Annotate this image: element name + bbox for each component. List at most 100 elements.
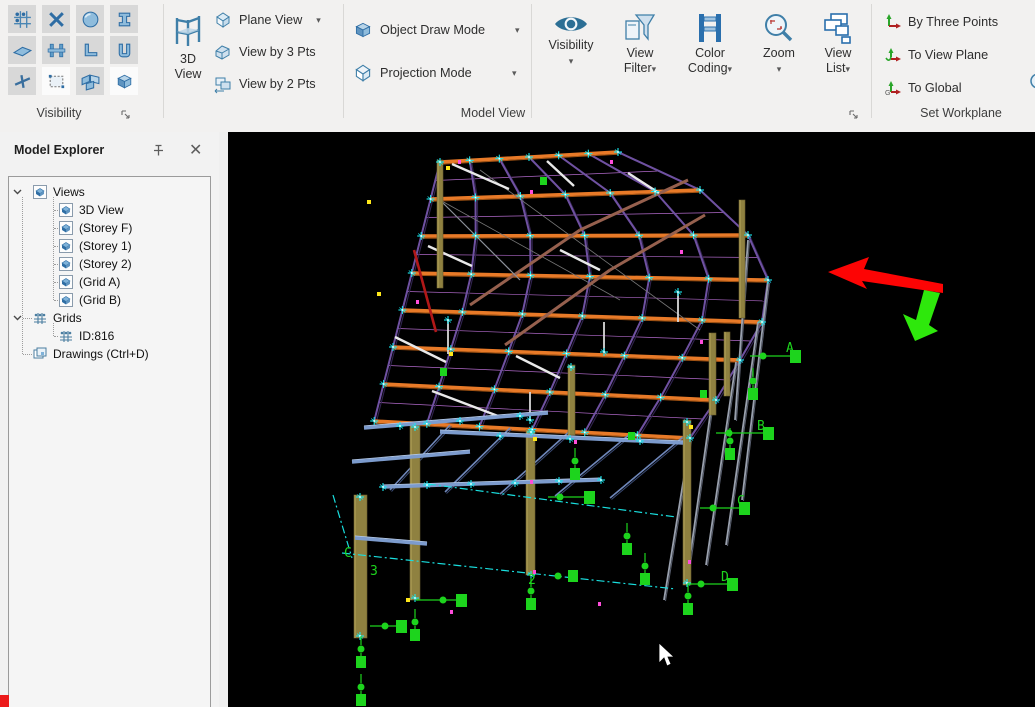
tree-item-grid-a[interactable]: (Grid A) (9, 273, 210, 291)
view-by-3-pts-button[interactable]: View by 3 Pts (213, 38, 316, 66)
model-view-group-label: Model View (460, 106, 526, 120)
view-filter-icon (625, 14, 656, 41)
object-draw-mode-button[interactable]: Object Draw Mode ▾ (352, 16, 532, 44)
angle-icon[interactable] (76, 36, 104, 64)
axis-arrow-green (903, 290, 940, 341)
to-view-plane-button[interactable]: To View Plane (884, 41, 988, 69)
tree-item-label: Grids (53, 311, 82, 325)
color-coding-button[interactable]: Color Coding▾ (678, 6, 742, 104)
view-icon (59, 257, 73, 271)
view-list-button[interactable]: View List▾ (810, 6, 866, 104)
tree-item-label: ID:816 (79, 329, 115, 343)
view-list-icon (824, 13, 851, 44)
model-view-dialog-launcher[interactable] (848, 107, 859, 119)
plane-view-cube-icon (216, 12, 230, 28)
tree-item-drawings-ctrl-d[interactable]: Drawings (Ctrl+D) (9, 345, 210, 363)
pin-icon[interactable] (151, 143, 166, 163)
explorer-tree: Views 3D View (Storey F) (Storey 1) (Storey … (8, 176, 211, 707)
drawings-icon (33, 347, 47, 359)
grid-label-floor-c: C (344, 546, 352, 561)
solid-cube-icon[interactable] (110, 67, 138, 95)
view-icon (59, 293, 73, 307)
structure-3d-model: A B C D C 3 2 (332, 148, 943, 706)
grid-points-icon[interactable] (8, 5, 36, 33)
grid-icon (34, 313, 46, 324)
3d-view-button[interactable]: 3D View (164, 6, 212, 104)
tree-item-views[interactable]: Views (9, 183, 210, 201)
ribbon-toolbar: Visibility 3D View Plane View ▾ View by … (0, 0, 1035, 133)
svg-text:G: G (885, 90, 890, 97)
right-wall-rails (663, 239, 770, 602)
workplane-axes-icon (886, 14, 901, 29)
set-workplane-group-label: Set Workplane (920, 106, 1002, 120)
zoom-button[interactable]: Zoom ▾ (750, 6, 808, 104)
axis-arrow-red (828, 257, 943, 293)
grid-label-d: D (721, 570, 729, 585)
zoom-icon (765, 14, 793, 42)
axis-indicator (828, 257, 943, 341)
grid-label-floor-3: 3 (370, 564, 378, 579)
stiffened-beam-icon[interactable] (42, 36, 70, 64)
visibility-group-label: Visibility (36, 106, 82, 120)
grid-label-b: B (757, 419, 765, 434)
application-window: { "ribbon": { "groups": { "visibility": … (0, 0, 1035, 707)
supports (356, 177, 801, 706)
chevron-down-icon[interactable] (13, 315, 22, 321)
selection-area-icon[interactable] (42, 67, 70, 95)
cursor-arrow (658, 642, 676, 667)
chevron-down-icon[interactable] (13, 189, 22, 195)
tree-item-storey-1[interactable]: (Storey 1) (9, 237, 210, 255)
cross-icon[interactable] (42, 5, 70, 33)
grid-label-c: C (737, 494, 745, 509)
workplane-global-icon: G (885, 81, 901, 97)
tree-item-label: (Storey F) (79, 221, 133, 235)
tree-item-label: 3D View (79, 203, 124, 217)
workplane-view-plane-icon (885, 48, 901, 62)
tree-item-storey-f[interactable]: (Storey F) (9, 219, 210, 237)
tree-item-grid-b[interactable]: (Grid B) (9, 291, 210, 309)
model-viewport[interactable]: A B C D C 3 2 (228, 132, 1035, 707)
close-icon[interactable]: ✕ (189, 140, 202, 160)
view-icon (59, 221, 73, 235)
tree-item-label: (Storey 2) (79, 257, 132, 271)
plane-view-button[interactable]: Plane View ▾ (213, 6, 321, 34)
tree-item-grids[interactable]: Grids (9, 309, 210, 327)
3d-frame-icon (175, 16, 201, 46)
view-icon (59, 203, 73, 217)
tree-item-label: (Grid B) (79, 293, 121, 307)
view-icon (33, 185, 47, 199)
by-three-points-button[interactable]: By Three Points (884, 8, 998, 36)
visibility-dialog-launcher[interactable] (120, 107, 131, 119)
visibility-button[interactable]: Visibility ▾ (540, 6, 602, 104)
projection-mode-icon (355, 64, 371, 82)
status-red-square (0, 695, 9, 707)
view-icon (59, 239, 73, 253)
axes-icon[interactable] (8, 67, 36, 95)
object-draw-mode-icon (355, 22, 371, 38)
panel-viewport-gap (219, 132, 228, 707)
view-by-3pts-icon (215, 45, 230, 60)
view-filter-button[interactable]: View Filter▾ (610, 6, 670, 104)
color-coding-icon (699, 14, 721, 42)
panels-icon[interactable] (76, 67, 104, 95)
tree-item-storey-2[interactable]: (Storey 2) (9, 255, 210, 273)
tree-item-label: Drawings (Ctrl+D) (53, 347, 149, 361)
channel-icon[interactable] (110, 36, 138, 64)
mouse-cursor (658, 642, 676, 667)
view-icon (59, 275, 73, 289)
sphere-icon[interactable] (76, 5, 104, 33)
to-global-button[interactable]: G To Global (884, 74, 962, 102)
projection-mode-button[interactable]: Projection Mode ▾ (352, 59, 532, 87)
tree-item-label: (Grid A) (79, 275, 121, 289)
tree-item-id-816[interactable]: ID:816 (9, 327, 210, 345)
i-beam-icon[interactable] (110, 5, 138, 33)
clipped-ribbon-icon[interactable] (1026, 72, 1035, 95)
eye-icon (555, 17, 587, 31)
view-by-2-pts-button[interactable]: View by 2 Pts (213, 70, 316, 98)
grid-label-floor-2: 2 (528, 573, 536, 588)
plate-icon[interactable] (8, 36, 36, 64)
model-explorer-panel: Model Explorer ✕ Views 3D View (Storey F) (… (0, 132, 220, 707)
panel-title: Model Explorer (14, 143, 105, 157)
tree-item-label: Views (53, 185, 85, 199)
tree-item-3d-view[interactable]: 3D View (9, 201, 210, 219)
